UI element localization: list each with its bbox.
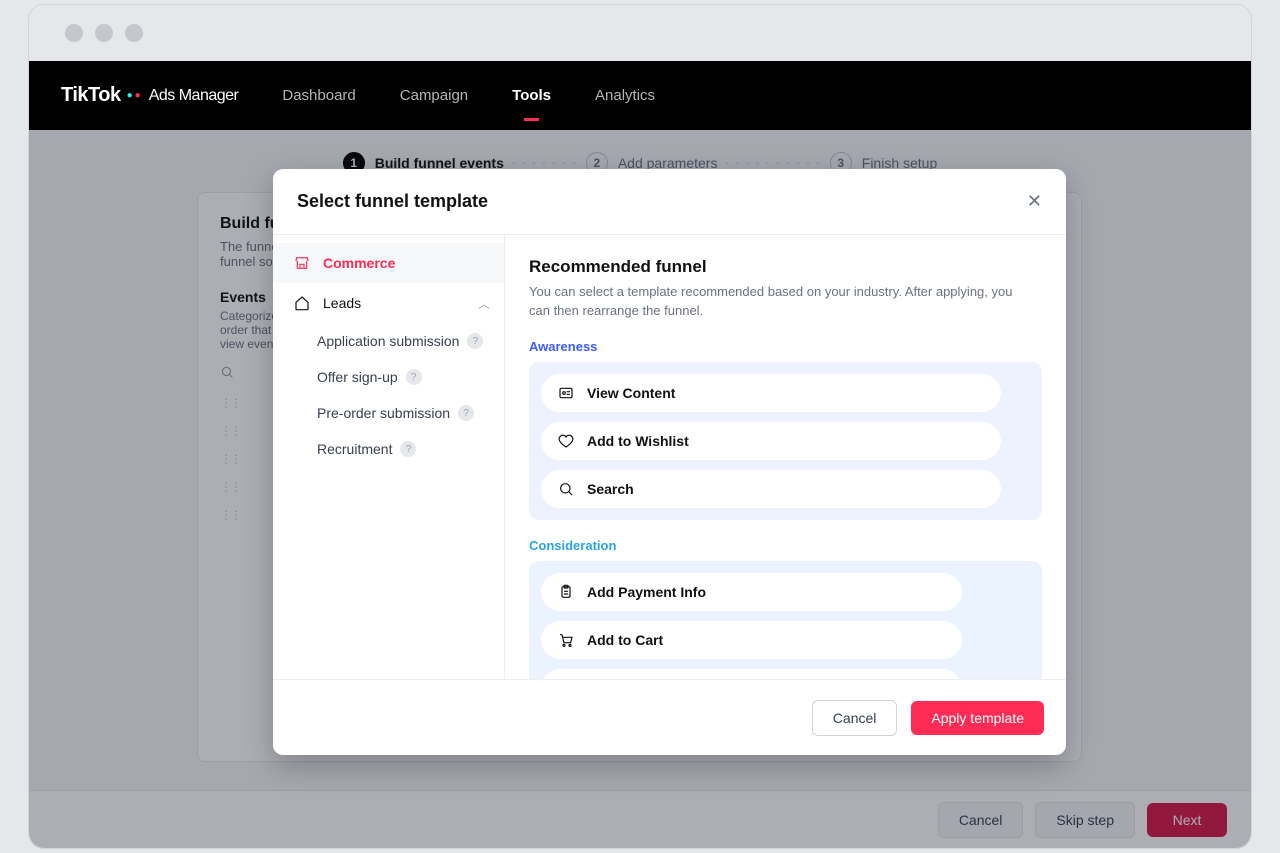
- nav-active-underline: [524, 118, 539, 121]
- subitem-label: Recruitment: [317, 441, 392, 457]
- event-pill-initiate-checkout[interactable]: Initiate Checkout: [541, 669, 962, 679]
- select-funnel-template-modal: Select funnel template ✕ Commerce Leads …: [273, 169, 1066, 755]
- brand-sub: Ads Manager: [149, 87, 239, 105]
- traffic-dot: [125, 24, 143, 42]
- heart-icon: [557, 432, 575, 450]
- leads-sub-offer-signup[interactable]: Offer sign-up ?: [273, 359, 504, 395]
- subitem-label: Application submission: [317, 333, 459, 349]
- leads-sub-application-submission[interactable]: Application submission ?: [273, 323, 504, 359]
- stage-box-consideration: Add Payment Info Add to Cart Initiate Ch…: [529, 561, 1042, 679]
- apply-template-button[interactable]: Apply template: [911, 701, 1044, 735]
- event-pill-label: Search: [587, 481, 634, 497]
- modal-title: Select funnel template: [297, 191, 488, 212]
- template-preview-panel: Recommended funnel You can select a temp…: [505, 235, 1066, 679]
- brand-dots-icon: ●●: [127, 90, 143, 101]
- event-pill-label: Add to Cart: [587, 632, 663, 648]
- nav-tools-label: Tools: [512, 87, 551, 104]
- clipboard-icon: [557, 583, 575, 601]
- category-commerce[interactable]: Commerce: [273, 243, 504, 283]
- event-pill-add-payment-info[interactable]: Add Payment Info: [541, 573, 962, 611]
- home-icon: [293, 295, 311, 311]
- category-leads-label: Leads: [323, 295, 361, 311]
- nav-tools[interactable]: Tools: [512, 87, 551, 104]
- category-leads[interactable]: Leads ︿: [273, 283, 504, 323]
- recommended-funnel-title: Recommended funnel: [529, 257, 1042, 277]
- modal-cancel-button[interactable]: Cancel: [812, 700, 898, 736]
- event-pill-label: Add to Wishlist: [587, 433, 689, 449]
- search-icon: [557, 480, 575, 498]
- nav-analytics[interactable]: Analytics: [595, 87, 655, 104]
- cart-icon: [557, 631, 575, 649]
- browser-frame: TikTok ●● Ads Manager Dashboard Campaign…: [28, 4, 1252, 849]
- storefront-icon: [293, 255, 311, 271]
- stage-label-awareness: Awareness: [529, 339, 1042, 354]
- stage-label-consideration: Consideration: [529, 538, 1042, 553]
- brand: TikTok ●● Ads Manager: [61, 84, 238, 107]
- eye-icon: [557, 384, 575, 402]
- recommended-funnel-desc: You can select a template recommended ba…: [529, 283, 1029, 321]
- stage-box-awareness: View Content Add to Wishlist Search: [529, 362, 1042, 520]
- modal-footer: Cancel Apply template: [273, 679, 1066, 755]
- category-commerce-label: Commerce: [323, 255, 395, 271]
- close-icon[interactable]: ✕: [1027, 191, 1042, 212]
- subitem-label: Offer sign-up: [317, 369, 398, 385]
- event-pill-add-to-wishlist[interactable]: Add to Wishlist: [541, 422, 1001, 460]
- help-icon[interactable]: ?: [400, 441, 416, 457]
- chevron-up-icon: ︿: [478, 295, 490, 312]
- event-pill-label: View Content: [587, 385, 675, 401]
- top-nav: TikTok ●● Ads Manager Dashboard Campaign…: [29, 61, 1251, 130]
- help-icon[interactable]: ?: [467, 333, 483, 349]
- leads-sub-recruitment[interactable]: Recruitment ?: [273, 431, 504, 467]
- template-category-sidebar: Commerce Leads ︿ Application submission …: [273, 235, 505, 679]
- help-icon[interactable]: ?: [406, 369, 422, 385]
- event-pill-search[interactable]: Search: [541, 470, 1001, 508]
- traffic-dot: [95, 24, 113, 42]
- browser-chrome: [29, 5, 1251, 61]
- modal-header: Select funnel template ✕: [273, 169, 1066, 235]
- help-icon[interactable]: ?: [458, 405, 474, 421]
- nav-campaign[interactable]: Campaign: [400, 87, 468, 104]
- event-pill-view-content[interactable]: View Content: [541, 374, 1001, 412]
- leads-sub-preorder-submission[interactable]: Pre-order submission ?: [273, 395, 504, 431]
- modal-body: Commerce Leads ︿ Application submission …: [273, 235, 1066, 679]
- subitem-label: Pre-order submission: [317, 405, 450, 421]
- traffic-dot: [65, 24, 83, 42]
- event-pill-add-to-cart[interactable]: Add to Cart: [541, 621, 962, 659]
- nav-dashboard[interactable]: Dashboard: [282, 87, 355, 104]
- brand-name: TikTok: [61, 84, 121, 107]
- event-pill-label: Add Payment Info: [587, 584, 706, 600]
